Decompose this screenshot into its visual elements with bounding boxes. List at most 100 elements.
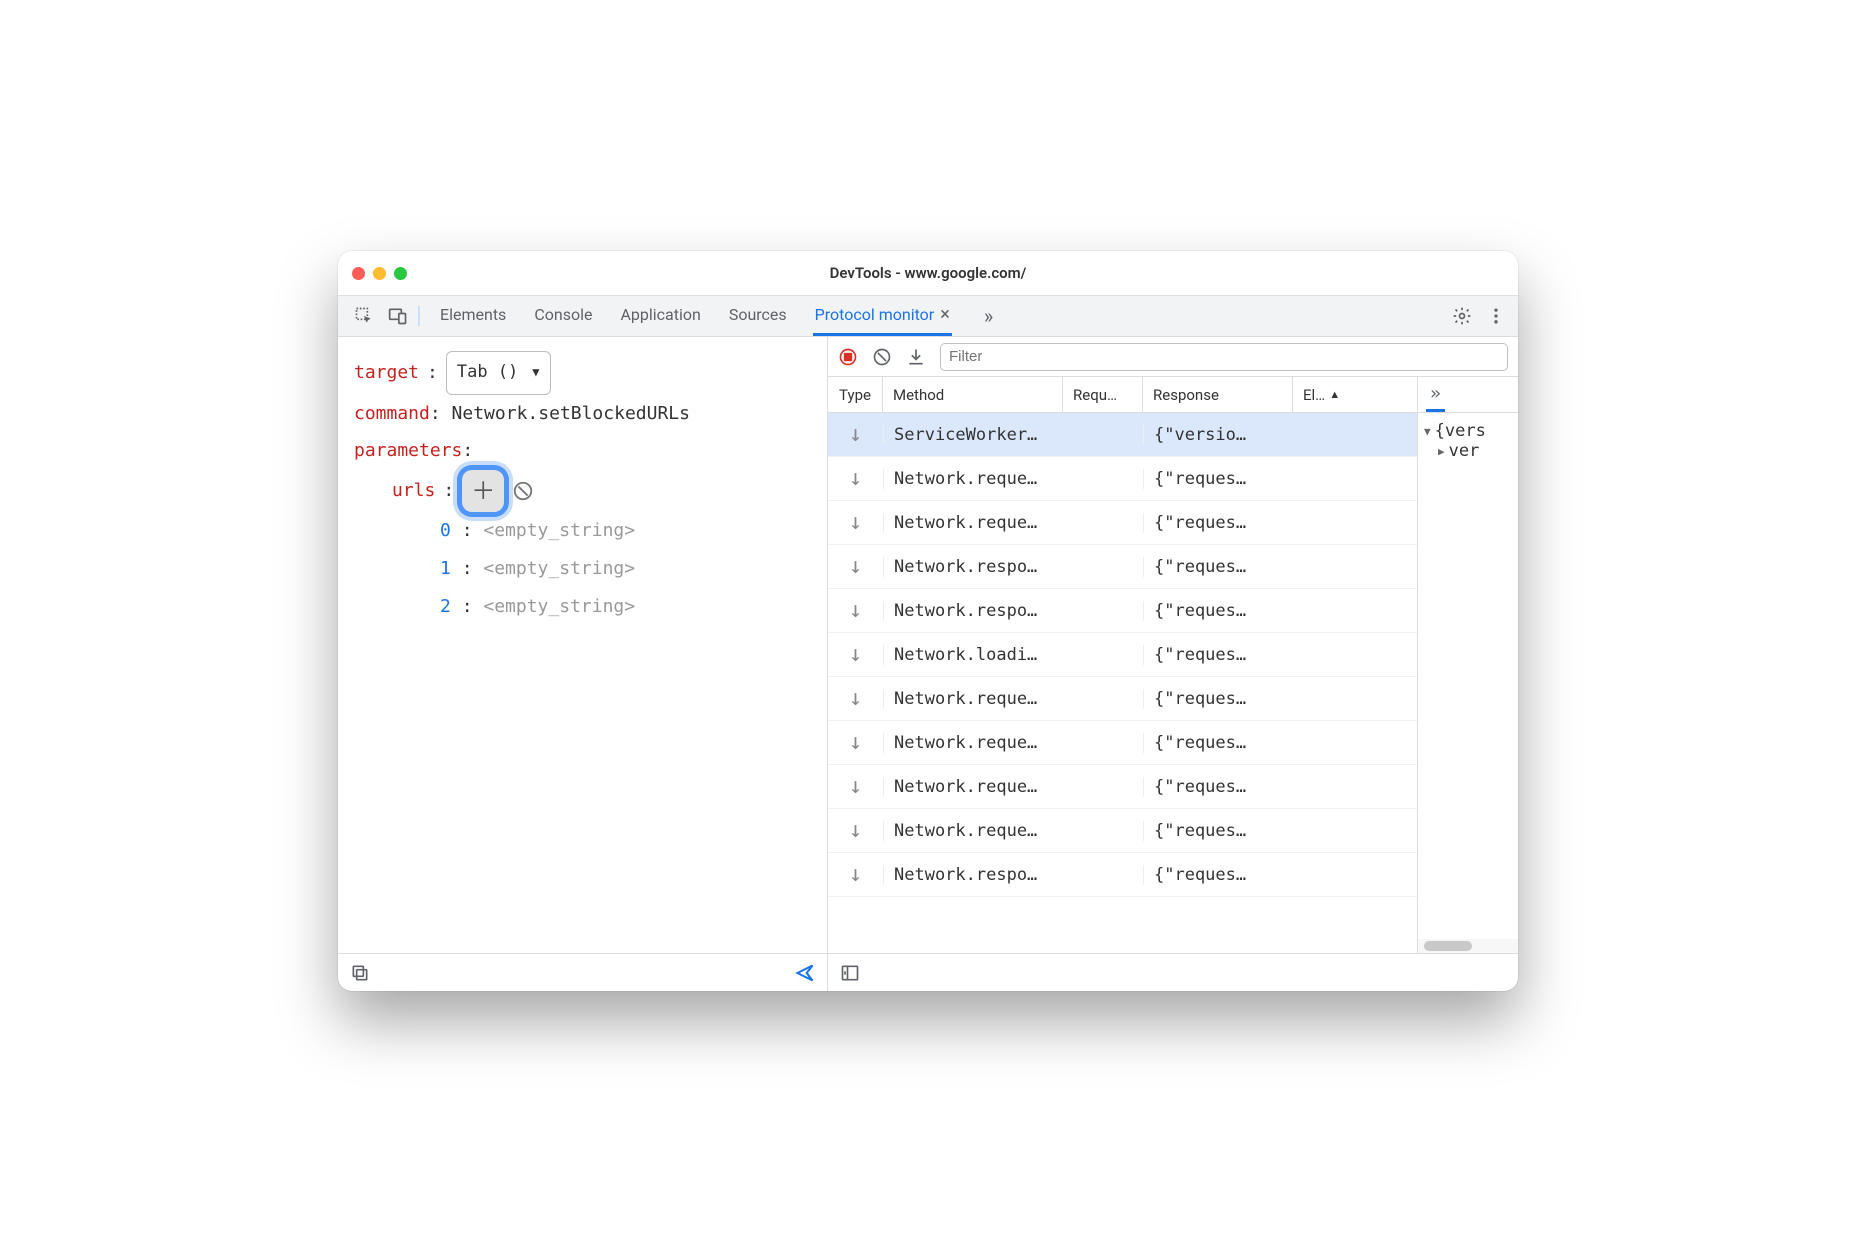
panel-tabs: Elements Console Application Sources Pro… [420, 296, 1019, 336]
titlebar: DevTools - www.google.com/ [338, 251, 1518, 295]
window-title: DevTools - www.google.com/ [338, 264, 1518, 282]
tab-protocol-monitor[interactable]: Protocol monitor × [813, 296, 952, 336]
cell-method: ServiceWorker… [883, 425, 1063, 445]
command-value: Network.setBlockedURLs [452, 403, 690, 424]
cell-response: {"reques… [1143, 733, 1293, 753]
toggle-sidebar-icon[interactable] [840, 963, 860, 983]
cell-response: {"versio… [1143, 425, 1293, 445]
direction-icon: ↓ [828, 730, 883, 755]
target-label: target [354, 354, 419, 392]
cell-method: Network.reque… [883, 689, 1063, 709]
cell-method: Network.reque… [883, 733, 1063, 753]
clear-log-icon[interactable] [872, 347, 892, 367]
col-elapsed[interactable]: El…▲ [1293, 377, 1417, 412]
detail-pane: » ▼ {vers ▶ ver [1418, 377, 1518, 953]
scrollbar-thumb[interactable] [1424, 941, 1472, 951]
table-row[interactable]: ↓Network.loadi… {"reques… [828, 633, 1417, 677]
parameters-label: parameters [354, 440, 462, 461]
tab-console[interactable]: Console [532, 296, 594, 336]
direction-icon: ↓ [828, 510, 883, 535]
cell-response: {"reques… [1143, 557, 1293, 577]
cell-response: {"reques… [1143, 469, 1293, 489]
table-row[interactable]: ↓Network.reque…{"reques… [828, 765, 1417, 809]
direction-icon: ↓ [828, 598, 883, 623]
protocol-messages-pane: Type Method Requ… Response El…▲ ↓Service… [828, 337, 1518, 953]
table-row[interactable]: ↓Network.reque… {"reques… [828, 501, 1417, 545]
inspect-icon[interactable] [354, 306, 374, 326]
detail-overflow-icon[interactable]: » [1426, 377, 1445, 412]
col-method[interactable]: Method [883, 377, 1063, 412]
devtools-window: DevTools - www.google.com/ Elements Cons… [338, 251, 1518, 991]
main-tabbar: Elements Console Application Sources Pro… [338, 295, 1518, 337]
cell-method: Network.reque… [883, 513, 1063, 533]
copy-icon[interactable] [350, 963, 370, 983]
cell-response: {"reques… [1143, 645, 1293, 665]
col-type[interactable]: Type [828, 377, 883, 412]
table-row[interactable]: ↓ServiceWorker… {"versio… [828, 413, 1417, 457]
download-icon[interactable] [906, 347, 926, 367]
table-row[interactable]: ↓Network.respo… {"reques… [828, 853, 1417, 897]
triangle-right-icon: ▶ [1438, 445, 1445, 458]
messages-table: Type Method Requ… Response El…▲ ↓Service… [828, 377, 1418, 953]
device-toggle-icon[interactable] [388, 306, 408, 326]
tab-label: Protocol monitor [815, 305, 935, 324]
send-icon[interactable] [795, 963, 815, 983]
cell-method: Network.respo… [883, 557, 1063, 577]
cell-method: Network.reque… [883, 821, 1063, 841]
url-item: 0 : <empty_string> [354, 512, 811, 550]
tab-elements[interactable]: Elements [438, 296, 508, 336]
add-url-button[interactable]: ＋ [462, 470, 504, 512]
window-controls [352, 267, 407, 280]
clear-icon[interactable] [512, 480, 534, 502]
direction-icon: ↓ [828, 554, 883, 579]
direction-icon: ↓ [828, 686, 883, 711]
close-icon[interactable]: × [940, 304, 950, 325]
close-window-button[interactable] [352, 267, 365, 280]
table-row[interactable]: ↓Network.respo… {"reques… [828, 589, 1417, 633]
cell-method: Network.respo… [883, 601, 1063, 621]
chevron-down-icon: ▼ [532, 360, 539, 385]
sort-asc-icon: ▲ [1329, 388, 1340, 401]
cell-response: {"reques… [1143, 513, 1293, 533]
tree-row[interactable]: ▶ ver [1424, 441, 1512, 461]
table-row[interactable]: ↓Network.reque… {"reques… [828, 721, 1417, 765]
cell-response: {"reques… [1143, 601, 1293, 621]
table-row[interactable]: ↓Network.reque… {"reques… [828, 677, 1417, 721]
footer [338, 953, 1518, 991]
tab-sources[interactable]: Sources [727, 296, 789, 336]
tab-application[interactable]: Application [618, 296, 702, 336]
direction-icon: ↓ [828, 774, 883, 799]
protocol-toolbar [828, 337, 1518, 377]
col-request[interactable]: Requ… [1063, 377, 1143, 412]
cell-response: {"reques… [1143, 821, 1293, 841]
minimize-window-button[interactable] [373, 267, 386, 280]
maximize-window-button[interactable] [394, 267, 407, 280]
table-row[interactable]: ↓Network.reque… {"reques… [828, 809, 1417, 853]
kebab-icon[interactable] [1486, 306, 1506, 326]
urls-label: urls [392, 472, 435, 510]
target-select[interactable]: Tab () ▼ [446, 351, 551, 395]
direction-icon: ↓ [828, 818, 883, 843]
col-response[interactable]: Response [1143, 377, 1293, 412]
tree-row[interactable]: ▼ {vers [1424, 421, 1512, 441]
target-value: Tab () [457, 355, 518, 391]
filter-input[interactable] [940, 343, 1508, 371]
url-item: 1 : <empty_string> [354, 550, 811, 588]
cell-method: Network.respo… [883, 865, 1063, 885]
gear-icon[interactable] [1452, 306, 1472, 326]
url-item: 2 : <empty_string> [354, 588, 811, 626]
cell-response: {"reques… [1143, 689, 1293, 709]
direction-icon: ↓ [828, 422, 883, 447]
command-editor-pane: target: Tab () ▼ command: Network.setBlo… [338, 337, 828, 953]
horizontal-scrollbar[interactable] [1418, 939, 1518, 953]
direction-icon: ↓ [828, 862, 883, 887]
cell-method: Network.loadi… [883, 645, 1063, 665]
direction-icon: ↓ [828, 642, 883, 667]
cell-method: Network.reque… [883, 469, 1063, 489]
record-icon[interactable] [838, 347, 858, 367]
cell-method: Network.reque… [883, 777, 1063, 797]
table-row[interactable]: ↓Network.reque…{"reques… [828, 457, 1417, 501]
cell-response: {"reques… [1143, 865, 1293, 885]
tabs-overflow-icon[interactable]: » [976, 304, 1001, 328]
table-row[interactable]: ↓Network.respo… {"reques… [828, 545, 1417, 589]
